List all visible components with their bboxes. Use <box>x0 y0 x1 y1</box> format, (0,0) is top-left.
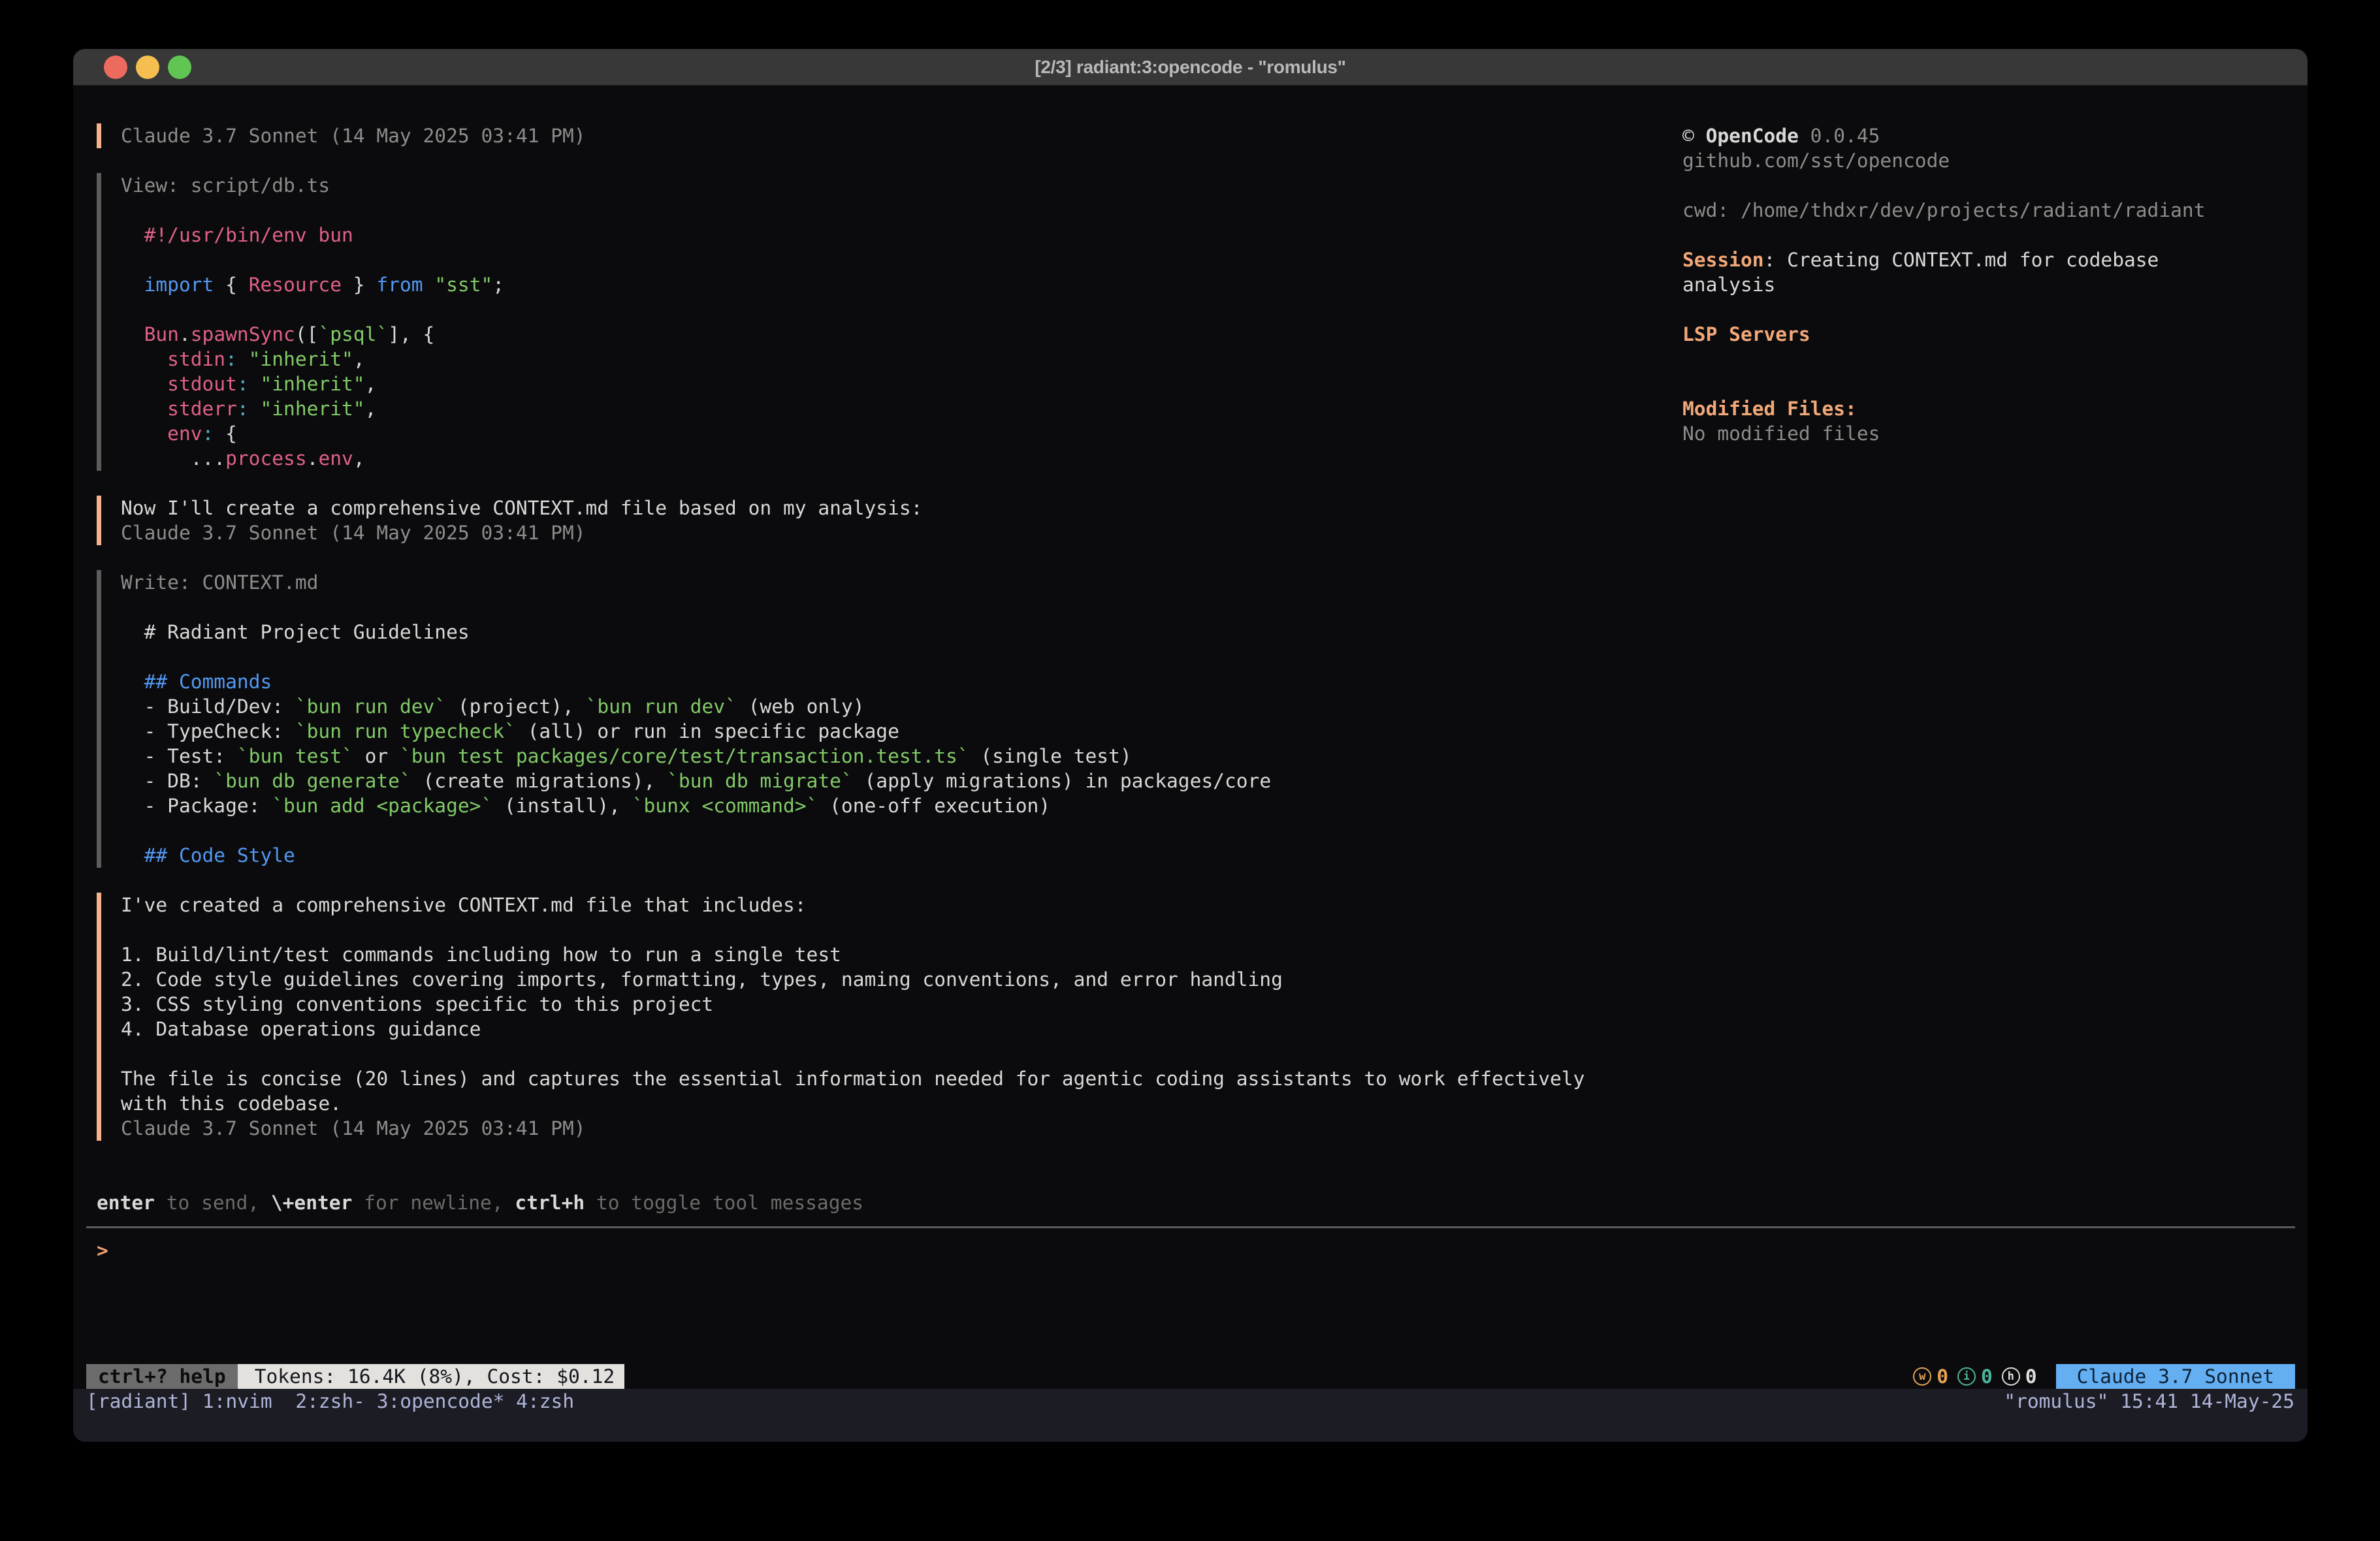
text-line: Now I'll create a comprehensive CONTEXT.… <box>121 496 1658 520</box>
text-line: 4. Database operations guidance <box>121 1017 1658 1041</box>
text-line: - DB: `bun db generate` (create migratio… <box>121 769 1658 793</box>
text-line: env: { <box>121 421 1658 446</box>
minimize-button[interactable] <box>136 56 159 79</box>
hint-icon: h <box>2002 1367 2020 1386</box>
text-line <box>1682 372 2206 396</box>
info-icon: i <box>1957 1367 1976 1386</box>
text-line: © OpenCode 0.0.45 <box>1682 123 2206 148</box>
text-line <box>121 917 1658 942</box>
assistant-message-block: Now I'll create a comprehensive CONTEXT.… <box>97 496 1658 545</box>
text-line: Bun.spawnSync([`psql`], { <box>121 322 1658 347</box>
tmux-status-bar: [radiant] 1:nvim 2:zsh- 3:opencode* 4:zs… <box>73 1389 2308 1442</box>
text-line: I've created a comprehensive CONTEXT.md … <box>121 893 1658 917</box>
model-chip[interactable]: Claude 3.7 Sonnet <box>2056 1364 2295 1389</box>
text-line <box>121 198 1658 223</box>
help-shortcut-chip[interactable]: ctrl+? help <box>86 1364 238 1389</box>
close-button[interactable] <box>104 56 127 79</box>
text-line: 3. CSS styling conventions specific to t… <box>121 992 1658 1017</box>
text-line <box>121 595 1658 620</box>
text-line: ## Commands <box>121 669 1658 694</box>
text-line: View: script/db.ts <box>121 173 1658 198</box>
text-line: Write: CONTEXT.md <box>121 570 1658 595</box>
zoom-button[interactable] <box>168 56 191 79</box>
terminal-content: Claude 3.7 Sonnet (14 May 2025 03:41 PM)… <box>73 86 2308 1442</box>
text-line: Session: Creating CONTEXT.md for codebas… <box>1682 247 2206 272</box>
text-line: - Test: `bun test` or `bun test packages… <box>121 744 1658 769</box>
text-line: - TypeCheck: `bun run typecheck` (all) o… <box>121 719 1658 744</box>
text-line <box>121 644 1658 669</box>
text-line: The file is concise (20 lines) and captu… <box>121 1066 1658 1091</box>
text-line: github.com/sst/opencode <box>1682 148 2206 173</box>
tmux-session-windows[interactable]: [radiant] 1:nvim 2:zsh- 3:opencode* 4:zs… <box>86 1389 574 1414</box>
warning-counter: w0 <box>1913 1364 1948 1389</box>
text-line: Claude 3.7 Sonnet (14 May 2025 03:41 PM) <box>121 1116 1658 1141</box>
tmux-host-time: "romulus" 15:41 14-May-25 <box>2004 1389 2294 1414</box>
text-line: No modified files <box>1682 421 2206 446</box>
message-header-block: Claude 3.7 Sonnet (14 May 2025 03:41 PM) <box>97 123 1658 148</box>
text-line: stdin: "inherit", <box>121 347 1658 372</box>
window-title: [2/3] radiant:3:opencode - "romulus" <box>1035 57 1345 78</box>
text-line: import { Resource } from "sst"; <box>121 272 1658 297</box>
text-line: with this codebase. <box>121 1091 1658 1116</box>
text-line: ...process.env, <box>121 446 1658 471</box>
text-line: # Radiant Project Guidelines <box>121 620 1658 644</box>
text-line: 1. Build/lint/test commands including ho… <box>121 942 1658 967</box>
tokens-cost-chip: Tokens: 16.4K (8%), Cost: $0.12 <box>238 1364 624 1389</box>
status-bar: ctrl+? help Tokens: 16.4K (8%), Cost: $0… <box>86 1364 2295 1389</box>
text-line: stderr: "inherit", <box>121 396 1658 421</box>
input-help-text: enter to send, \+enter for newline, ctrl… <box>97 1190 1658 1215</box>
status-sidebar: © OpenCode 0.0.45github.com/sst/opencode… <box>1682 123 2206 446</box>
window-titlebar[interactable]: [2/3] radiant:3:opencode - "romulus" <box>73 49 2308 86</box>
input-divider <box>86 1226 2295 1228</box>
prompt-input[interactable]: > <box>97 1238 1658 1263</box>
text-line: 2. Code style guidelines covering import… <box>121 967 1658 992</box>
text-line <box>1682 297 2206 322</box>
text-line: - Package: `bun add <package>` (install)… <box>121 793 1658 818</box>
text-line: - Build/Dev: `bun run dev` (project), `b… <box>121 694 1658 719</box>
text-line <box>1682 223 2206 247</box>
text-line <box>121 297 1658 322</box>
text-line <box>1682 173 2206 198</box>
text-line: stdout: "inherit", <box>121 372 1658 396</box>
text-line: analysis <box>1682 272 2206 297</box>
text-line: LSP Servers <box>1682 322 2206 347</box>
text-line: enter to send, \+enter for newline, ctrl… <box>97 1190 1658 1215</box>
text-line <box>121 247 1658 272</box>
tool-write-block: Write: CONTEXT.md # Radiant Project Guid… <box>97 570 1658 868</box>
text-line: cwd: /home/thdxr/dev/projects/radiant/ra… <box>1682 198 2206 223</box>
chat-area: Claude 3.7 Sonnet (14 May 2025 03:41 PM)… <box>97 123 1658 1263</box>
hint-counter: h0 <box>2002 1364 2037 1389</box>
text-line: ## Code Style <box>121 843 1658 868</box>
warning-icon: w <box>1913 1367 1931 1386</box>
text-line: Claude 3.7 Sonnet (14 May 2025 03:41 PM) <box>121 123 1658 148</box>
tool-view-block: View: script/db.ts #!/usr/bin/env bun im… <box>97 173 1658 471</box>
text-line <box>1682 347 2206 372</box>
text-line: #!/usr/bin/env bun <box>121 223 1658 247</box>
info-counter: i0 <box>1957 1364 1993 1389</box>
text-line: Claude 3.7 Sonnet (14 May 2025 03:41 PM) <box>121 520 1658 545</box>
assistant-summary-block: I've created a comprehensive CONTEXT.md … <box>97 893 1658 1141</box>
text-line: Modified Files: <box>1682 396 2206 421</box>
terminal-window: [2/3] radiant:3:opencode - "romulus" Cla… <box>73 49 2308 1442</box>
traffic-lights <box>104 49 191 85</box>
text-line <box>121 818 1658 843</box>
text-line <box>121 1041 1658 1066</box>
